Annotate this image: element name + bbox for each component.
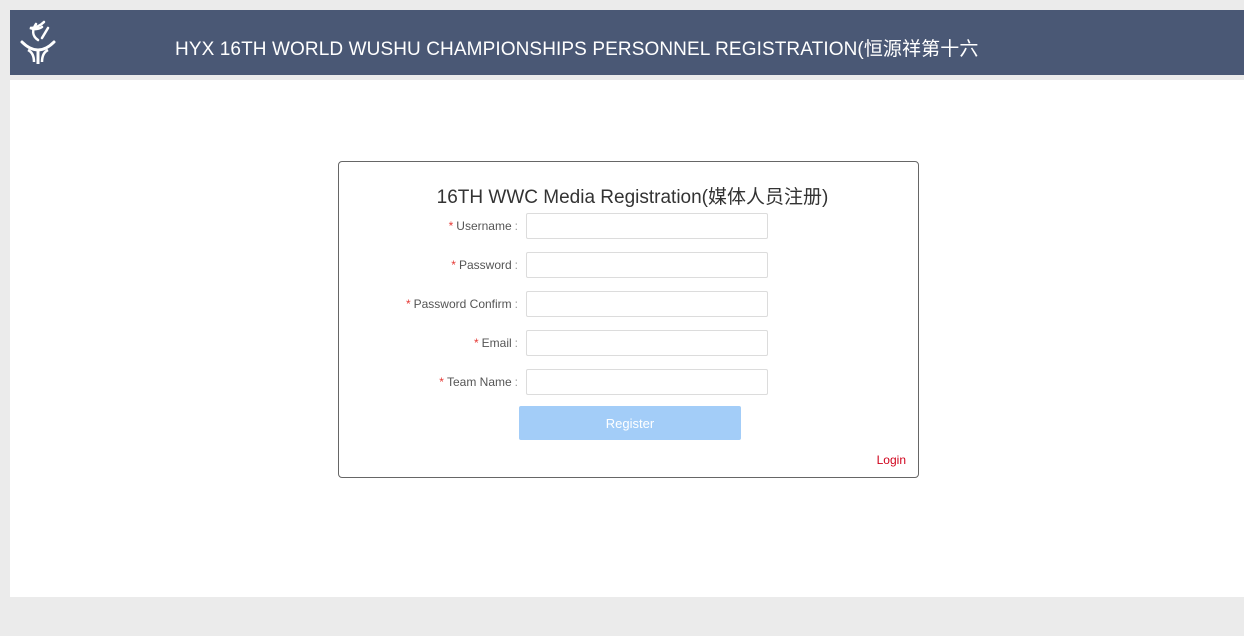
required-mark: * (439, 375, 444, 389)
label-colon: : (514, 258, 518, 272)
password-confirm-label-text: Password Confirm (413, 297, 512, 311)
required-mark: * (451, 258, 456, 272)
page: HYX 16TH WORLD WUSHU CHAMPIONSHIPS PERSO… (0, 0, 1244, 636)
email-row: * Email: (339, 330, 918, 356)
label-colon: : (514, 297, 518, 311)
email-label-text: Email (481, 336, 512, 350)
team-name-label: * Team Name: (439, 375, 518, 389)
label-colon: : (514, 375, 518, 389)
password-input[interactable] (526, 252, 768, 278)
required-mark: * (405, 297, 411, 311)
page-title: HYX 16TH WORLD WUSHU CHAMPIONSHIPS PERSO… (175, 39, 979, 60)
team-name-row: * Team Name: (339, 369, 918, 395)
label-colon: : (514, 219, 518, 233)
register-button[interactable]: Register (519, 406, 741, 440)
team-name-label-text: Team Name (446, 375, 512, 389)
form-title: 16TH WWC Media Registration(媒体人员注册) (436, 187, 829, 208)
registration-card: 16TH WWC Media Registration(媒体人员注册) * Use… (338, 161, 919, 478)
wushu-logo-icon (20, 20, 56, 64)
email-label: * Email: (474, 336, 518, 350)
password-confirm-label: * Password Confirm: (406, 297, 518, 311)
email-input[interactable] (526, 330, 768, 356)
username-row: * Username: (339, 213, 918, 239)
team-name-input[interactable] (526, 369, 768, 395)
required-mark: * (473, 336, 479, 350)
password-confirm-row: * Password Confirm: (339, 291, 918, 317)
password-row: * Password: (339, 252, 918, 278)
password-label: * Password: (451, 258, 518, 272)
password-confirm-input[interactable] (526, 291, 768, 317)
header-bar: HYX 16TH WORLD WUSHU CHAMPIONSHIPS PERSO… (10, 10, 1244, 75)
username-label: * Username: (449, 219, 518, 233)
login-link[interactable]: Login (877, 453, 906, 467)
username-label-text: Username (456, 219, 512, 233)
label-colon: : (514, 336, 518, 350)
password-label-text: Password (458, 258, 512, 272)
required-mark: * (448, 219, 454, 233)
username-input[interactable] (526, 213, 768, 239)
